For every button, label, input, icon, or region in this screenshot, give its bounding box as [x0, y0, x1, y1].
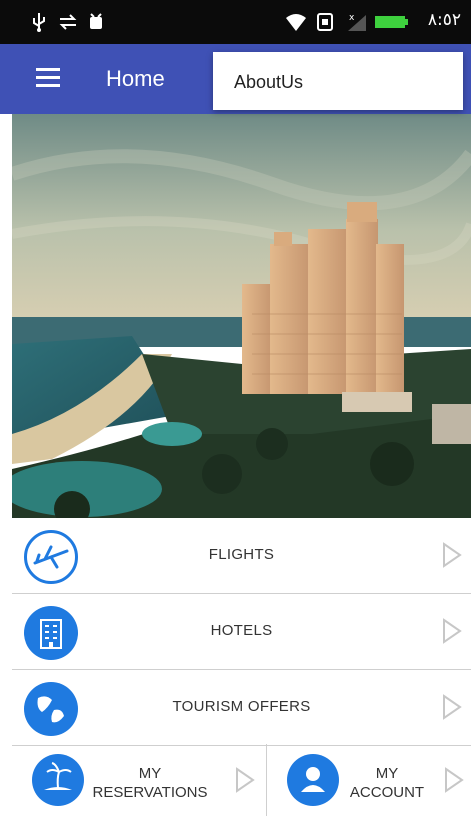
hero-resort-image — [12, 114, 471, 518]
my-account-label: MY ACCOUNT — [347, 764, 427, 802]
my-account-line1: MY — [375, 765, 399, 782]
overflow-menu: AboutUs — [213, 52, 463, 110]
chevron-right-icon — [236, 767, 255, 793]
chevron-right-icon — [445, 767, 464, 793]
island-icon — [32, 754, 84, 806]
flights-label: FLIGHTS — [208, 546, 275, 563]
chevron-right-icon — [443, 618, 462, 644]
svg-text:x: x — [349, 13, 355, 23]
hamburger-icon[interactable] — [36, 68, 60, 90]
nfc-icon — [317, 13, 333, 31]
my-account-line2: ACCOUNT — [349, 784, 425, 801]
chevron-right-icon — [443, 542, 462, 568]
tourism-offers-label: TOURISM OFFERS — [172, 698, 311, 715]
usb-icon — [33, 13, 45, 32]
hotels-label: HOTELS — [210, 622, 273, 639]
android-debug-icon — [90, 13, 102, 29]
list-item-hotels[interactable]: HOTELS — [12, 594, 471, 670]
battery-icon — [375, 16, 408, 28]
my-reservations-line1: MY — [138, 765, 162, 782]
resort-photo — [12, 114, 471, 518]
menu-item-about-us[interactable]: AboutUs — [234, 72, 303, 93]
bottom-split-row: MY RESERVATIONS MY ACCOUNT — [12, 744, 471, 816]
chevron-right-icon — [443, 694, 462, 720]
my-reservations-label: MY RESERVATIONS — [90, 764, 210, 802]
wifi-icon — [286, 14, 306, 31]
signal-icon: x — [348, 13, 366, 31]
status-bar: x ٨:٥٢ — [0, 0, 471, 44]
my-account-button[interactable]: MY ACCOUNT — [267, 744, 471, 816]
my-reservations-button[interactable]: MY RESERVATIONS — [12, 744, 267, 816]
my-reservations-line2: RESERVATIONS — [92, 784, 208, 801]
list-item-tourism-offers[interactable]: TOURISM OFFERS — [12, 670, 471, 746]
page-title: Home — [106, 66, 165, 91]
list-item-flights[interactable]: FLIGHTS — [12, 518, 471, 594]
user-icon — [287, 754, 339, 806]
status-time: ٨:٥٢ — [427, 10, 461, 30]
sync-icon — [59, 14, 77, 30]
